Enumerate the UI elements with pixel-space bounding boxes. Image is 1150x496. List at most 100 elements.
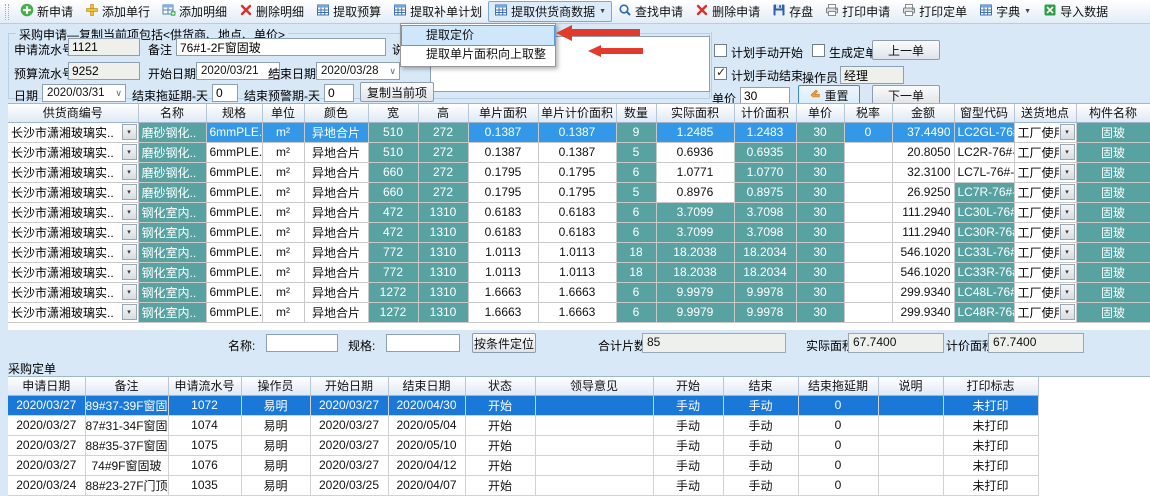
cell[interactable]: 299.9340 (892, 282, 954, 302)
cell[interactable]: 6mmPLE.. (206, 202, 262, 222)
cell[interactable] (878, 455, 943, 475)
cell[interactable]: 手动 (653, 415, 723, 435)
chevron-down-icon[interactable]: ▾ (1060, 164, 1075, 180)
order-row[interactable]: 2020/03/2789#37-39F窗固玻1072易明2020/03/2720… (8, 395, 1038, 415)
cell[interactable]: 3.7099 (656, 222, 734, 242)
warn-days-input[interactable] (324, 84, 354, 102)
main-column-header[interactable]: 单片面积 (468, 104, 538, 122)
cell[interactable]: 易明 (241, 435, 310, 455)
orders-column-header[interactable]: 操作员 (241, 377, 310, 395)
main-column-header[interactable]: 金额 (892, 104, 954, 122)
cell[interactable]: 6mmPLE.. (206, 182, 262, 202)
main-column-header[interactable]: 单位 (262, 104, 304, 122)
orders-column-header[interactable]: 领导意见 (535, 377, 653, 395)
cell[interactable]: 6mmPLE.. (206, 142, 262, 162)
delivery-combo-cell[interactable]: 工厂使用▾ (1014, 142, 1076, 162)
delivery-combo-cell[interactable]: 工厂使用▾ (1014, 242, 1076, 262)
chevron-down-icon[interactable]: ▾ (122, 224, 137, 240)
cell[interactable]: 未打印 (943, 435, 1038, 455)
cell[interactable]: 30 (796, 162, 844, 182)
chevron-down-icon[interactable]: ▾ (1060, 284, 1075, 300)
cell[interactable]: 2020/03/27 (310, 435, 388, 455)
cell[interactable]: LC30L-76#.. (954, 202, 1014, 222)
cell[interactable]: 2020/04/30 (388, 395, 465, 415)
cell[interactable]: 6 (616, 282, 656, 302)
cell[interactable] (535, 455, 653, 475)
cell[interactable]: 异地合片 (304, 162, 368, 182)
cell[interactable]: 1076 (168, 455, 241, 475)
cell[interactable]: 0 (798, 395, 878, 415)
cell[interactable] (535, 475, 653, 495)
cell[interactable]: 546.1020 (892, 242, 954, 262)
chevron-down-icon[interactable]: ▾ (122, 144, 137, 160)
delivery-combo-cell[interactable]: 工厂使用▾ (1014, 302, 1076, 322)
cell[interactable]: 111.2940 (892, 222, 954, 242)
cell[interactable]: 2020/03/27 (8, 435, 85, 455)
orders-column-header[interactable]: 状态 (465, 377, 535, 395)
date-select[interactable]: 2020/03/31∨ (42, 84, 126, 102)
cell[interactable]: 开始 (465, 415, 535, 435)
delivery-combo-cell[interactable]: 工厂使用▾ (1014, 282, 1076, 302)
filter-name-input[interactable] (266, 334, 338, 352)
cell[interactable]: 钢化室内.. (138, 262, 206, 282)
cell[interactable]: 18.2038 (656, 242, 734, 262)
cell[interactable]: 9.9978 (734, 302, 796, 322)
cell[interactable]: m² (262, 282, 304, 302)
cell[interactable]: 1.2485 (656, 122, 734, 142)
orders-column-header[interactable]: 结束日期 (388, 377, 465, 395)
cell[interactable]: 手动 (723, 395, 798, 415)
cell[interactable]: 未打印 (943, 475, 1038, 495)
cell[interactable]: 772 (368, 262, 418, 282)
main-column-header[interactable]: 颜色 (304, 104, 368, 122)
cell[interactable]: 510 (368, 142, 418, 162)
cell[interactable]: 2020/03/27 (8, 455, 85, 475)
chevron-down-icon[interactable]: ▾ (122, 264, 137, 280)
cell[interactable]: m² (262, 242, 304, 262)
chevron-down-icon[interactable]: ▾ (1060, 124, 1075, 140)
cell[interactable]: 6 (616, 162, 656, 182)
delivery-combo-cell[interactable]: 工厂使用▾ (1014, 262, 1076, 282)
order-row[interactable]: 2020/03/2488#23-27F门顶玻1035易明2020/03/2520… (8, 475, 1038, 495)
cell[interactable]: 1.0113 (538, 242, 616, 262)
cell[interactable]: 0.1387 (538, 142, 616, 162)
cell[interactable]: 固玻 (1076, 222, 1150, 242)
cell[interactable]: 固玻 (1076, 142, 1150, 162)
cell[interactable]: 772 (368, 242, 418, 262)
cell[interactable]: 固玻 (1076, 182, 1150, 202)
cell[interactable]: LC33R-76#.. (954, 262, 1014, 282)
orders-column-header[interactable]: 开始日期 (310, 377, 388, 395)
supplier-combo-cell[interactable]: 长沙市潇湘玻璃实..▾ (8, 202, 138, 222)
delay-days-input[interactable] (212, 84, 238, 102)
manual-end-checkbox[interactable] (714, 67, 727, 80)
main-column-header[interactable]: 数量 (616, 104, 656, 122)
table-row[interactable]: 长沙市潇湘玻璃实..▾钢化室内..6mmPLE..m²异地合片47213100.… (8, 202, 1150, 222)
cell[interactable]: 1310 (418, 242, 468, 262)
cell[interactable] (844, 282, 892, 302)
toolbar-button-14[interactable]: 导入数据 (1037, 1, 1114, 22)
toolbar-button-10[interactable]: 存盘 (766, 1, 819, 22)
cell[interactable]: 手动 (723, 435, 798, 455)
cell[interactable]: 0.6936 (656, 142, 734, 162)
orders-column-header[interactable]: 结束拖延期 (798, 377, 878, 395)
cell[interactable]: 0 (798, 475, 878, 495)
cell[interactable]: 30 (796, 122, 844, 142)
cell[interactable]: 1072 (168, 395, 241, 415)
cell[interactable]: 546.1020 (892, 262, 954, 282)
delivery-combo-cell[interactable]: 工厂使用▾ (1014, 202, 1076, 222)
cell[interactable]: 1.0113 (468, 242, 538, 262)
cell[interactable]: LC2R-76#-1F (954, 142, 1014, 162)
order-row[interactable]: 2020/03/2788#35-37F窗固玻1075易明2020/03/2720… (8, 435, 1038, 455)
main-column-header[interactable]: 高 (418, 104, 468, 122)
main-column-header[interactable]: 名称 (138, 104, 206, 122)
cell[interactable]: 固玻 (1076, 282, 1150, 302)
delivery-combo-cell[interactable]: 工厂使用▾ (1014, 162, 1076, 182)
cell[interactable]: 0.1795 (468, 162, 538, 182)
cell[interactable]: 0.8976 (656, 182, 734, 202)
toolbar-button-5[interactable]: 提取预算 (310, 1, 387, 22)
cell[interactable]: 手动 (653, 475, 723, 495)
cell[interactable]: 5 (616, 142, 656, 162)
cell[interactable] (844, 182, 892, 202)
cell[interactable]: 9.9978 (734, 282, 796, 302)
table-row[interactable]: 长沙市潇湘玻璃实..▾磨砂钢化..6mmPLE..m²异地合片6602720.1… (8, 162, 1150, 182)
cell[interactable]: 2020/03/27 (310, 395, 388, 415)
